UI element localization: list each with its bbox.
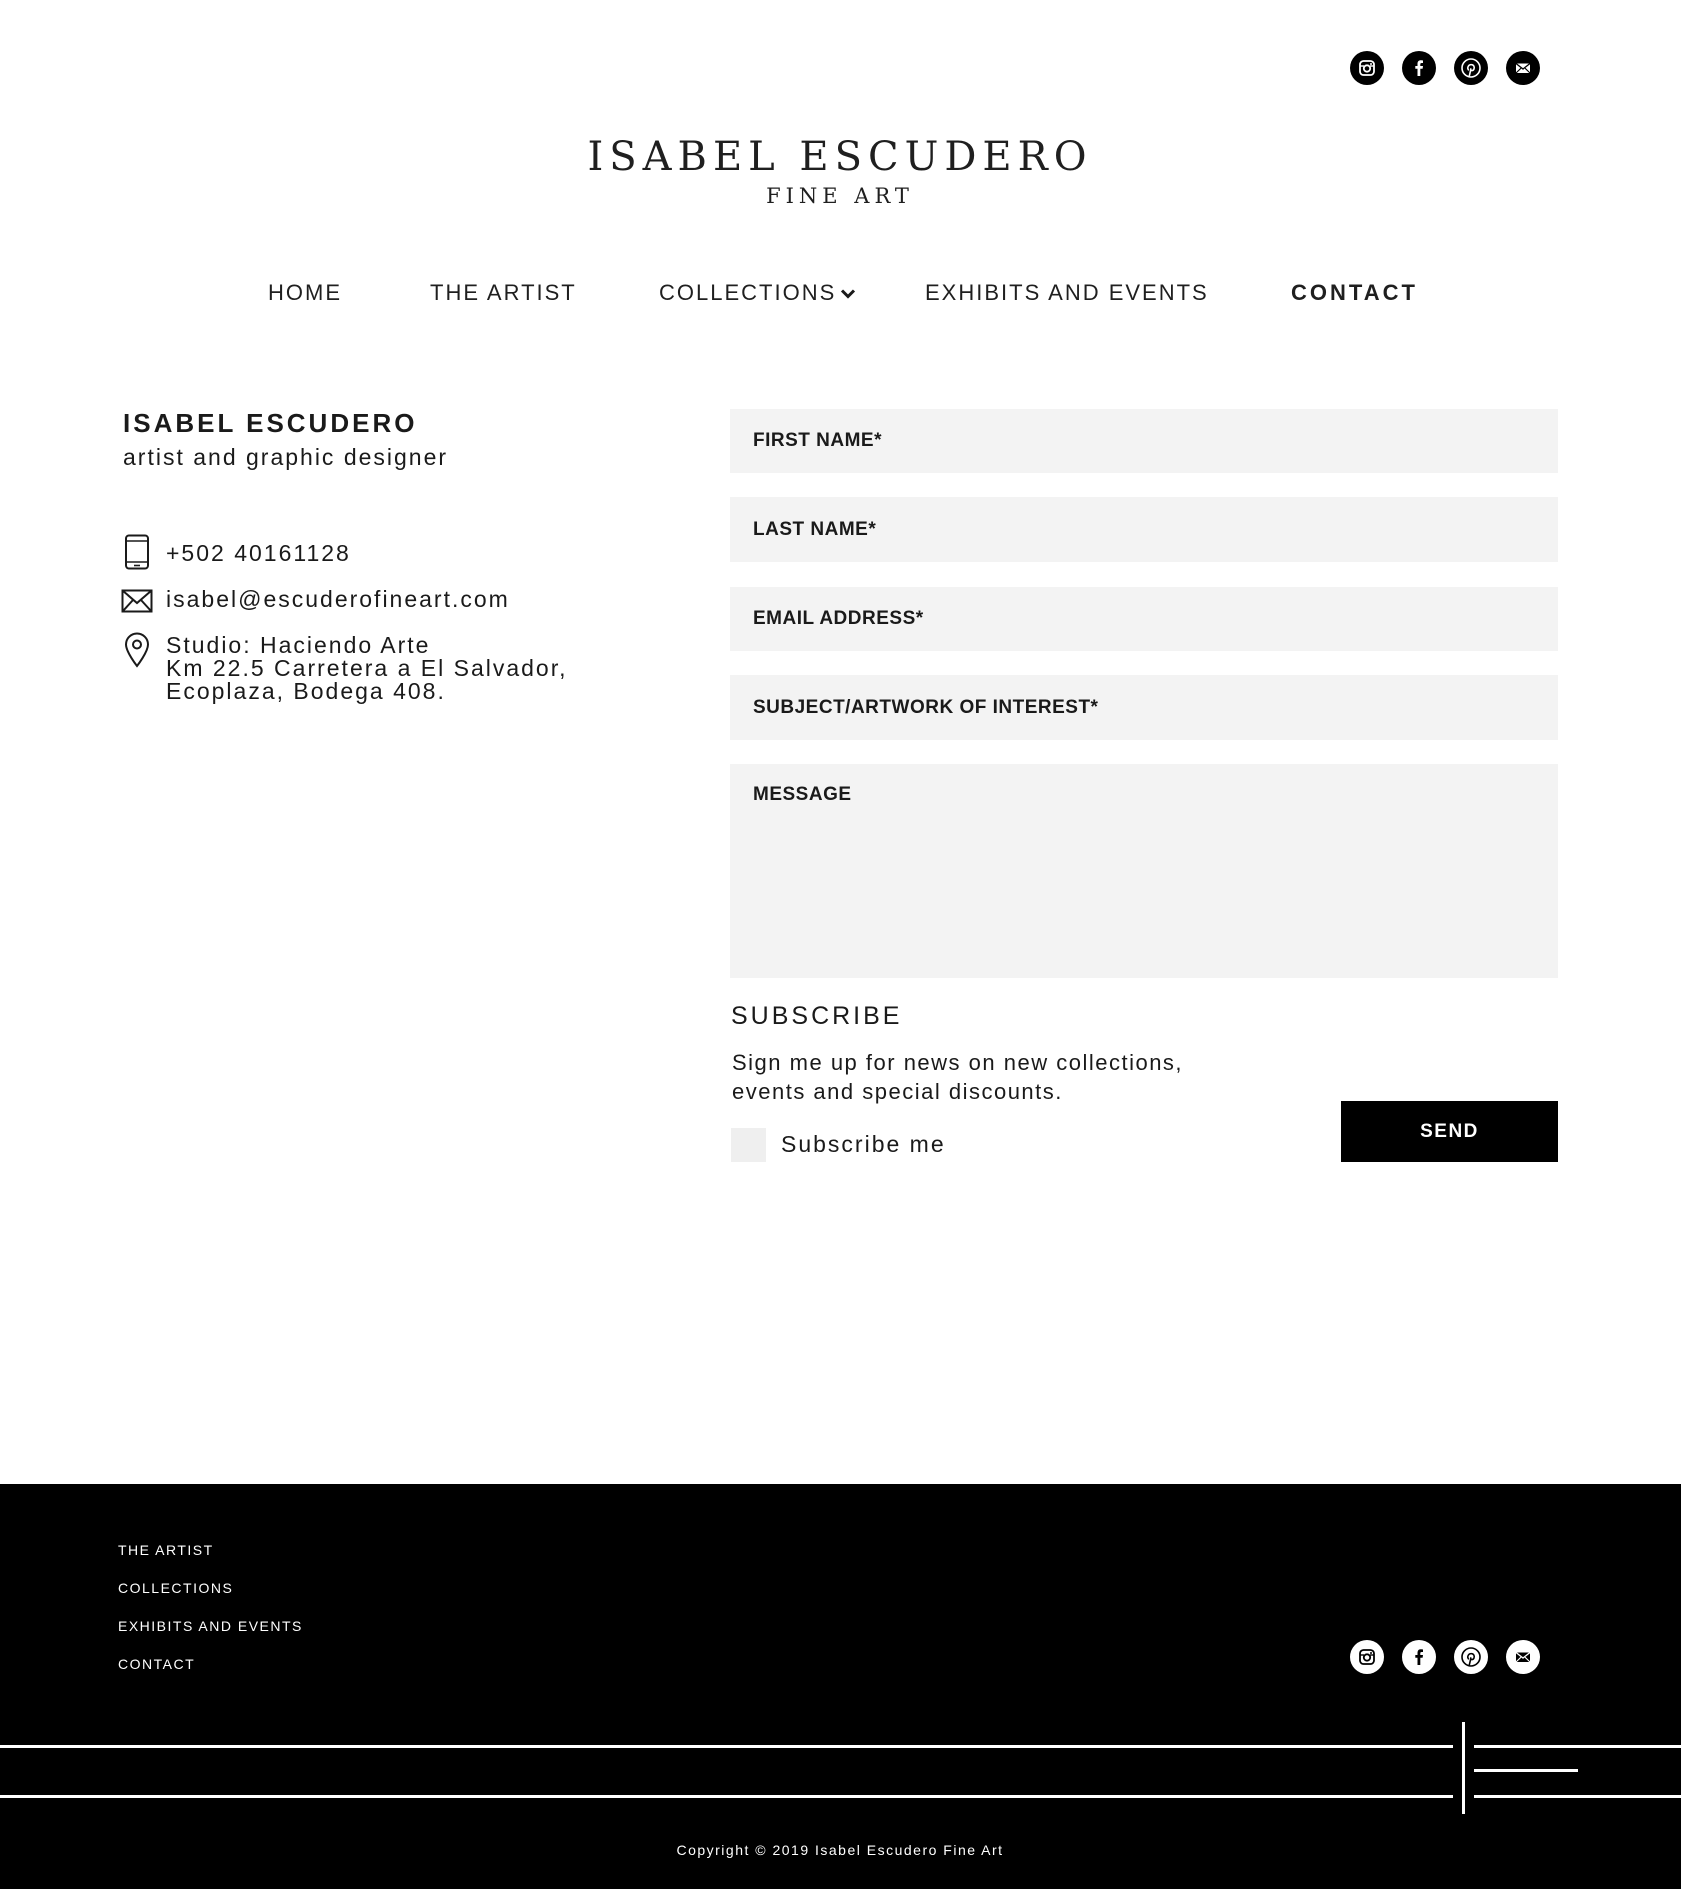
subscribe-description: Sign me up for news on new collections, … <box>732 1048 1292 1106</box>
footer-social-links <box>1350 1640 1540 1674</box>
last-name-placeholder: LAST NAME* <box>753 518 877 540</box>
contact-name: ISABEL ESCUDERO <box>123 408 418 438</box>
instagram-icon[interactable] <box>1350 51 1384 85</box>
email-placeholder: EMAIL ADDRESS* <box>753 608 924 629</box>
footer-link-contact[interactable]: CONTACT <box>118 1656 195 1672</box>
subscribe-description-line-2: events and special discounts. <box>732 1079 1063 1104</box>
contact-phone[interactable]: +502 40161128 <box>166 542 351 565</box>
facebook-icon[interactable] <box>1402 1640 1436 1674</box>
pinterest-icon[interactable] <box>1454 51 1488 85</box>
first-name-placeholder: FIRST NAME* <box>753 430 882 451</box>
footer-divider-line <box>1474 1769 1578 1772</box>
facebook-icon[interactable] <box>1402 51 1436 85</box>
subscribe-description-line-1: Sign me up for news on new collections, <box>732 1050 1184 1075</box>
first-name-field[interactable]: FIRST NAME* <box>730 409 1558 473</box>
copyright-text: Copyright © 2019 Isabel Escudero Fine Ar… <box>676 1842 1004 1858</box>
send-button[interactable]: SEND <box>1341 1101 1558 1162</box>
logo-subtitle: FINE ART <box>766 184 914 208</box>
nav-collections[interactable]: COLLECTIONS <box>659 280 856 306</box>
chevron-down-icon <box>840 287 856 305</box>
pinterest-icon[interactable] <box>1454 1640 1488 1674</box>
contact-email[interactable]: isabel@escuderofineart.com <box>166 588 510 611</box>
nav-home[interactable]: HOME <box>268 280 342 306</box>
mail-icon[interactable] <box>1506 1640 1540 1674</box>
footer-divider-line <box>1462 1722 1465 1814</box>
contact-role: artist and graphic designer <box>123 444 449 470</box>
footer-divider-line <box>0 1795 1453 1798</box>
instagram-icon[interactable] <box>1350 1640 1384 1674</box>
footer-divider-line <box>1474 1745 1681 1748</box>
message-field[interactable]: MESSAGE <box>730 764 1558 978</box>
footer-divider-line <box>1474 1795 1681 1798</box>
contact-address-line-1: Studio: Haciendo Arte <box>166 632 431 658</box>
nav-exhibits-and-events[interactable]: EXHIBITS AND EVENTS <box>925 280 1209 306</box>
logo-title[interactable]: ISABEL ESCUDERO <box>540 134 1140 180</box>
subscribe-checkbox-label[interactable]: Subscribe me <box>781 1131 946 1158</box>
subject-placeholder: SUBJECT/ARTWORK OF INTEREST* <box>753 696 1099 718</box>
message-placeholder: MESSAGE <box>753 784 852 805</box>
last-name-field[interactable]: LAST NAME* <box>730 497 1558 562</box>
location-pin-icon <box>124 632 150 673</box>
mail-icon[interactable] <box>1506 51 1540 85</box>
subscribe-checkbox[interactable] <box>731 1128 766 1162</box>
email-field[interactable]: EMAIL ADDRESS* <box>730 587 1558 651</box>
footer-divider-line <box>0 1745 1453 1748</box>
contact-address-line-3: Ecoplaza, Bodega 408. <box>166 678 446 704</box>
envelope-icon <box>121 589 153 618</box>
footer-link-the-artist[interactable]: THE ARTIST <box>118 1542 214 1558</box>
footer-link-exhibits-and-events[interactable]: EXHIBITS AND EVENTS <box>118 1618 303 1634</box>
nav-the-artist[interactable]: THE ARTIST <box>430 280 577 306</box>
footer-link-collections[interactable]: COLLECTIONS <box>118 1580 233 1596</box>
nav-contact[interactable]: CONTACT <box>1291 280 1418 306</box>
subject-field[interactable]: SUBJECT/ARTWORK OF INTEREST* <box>730 675 1558 740</box>
footer <box>0 1484 1681 1889</box>
phone-icon <box>124 534 150 575</box>
header-social-links <box>1350 51 1540 85</box>
nav-collections-label: COLLECTIONS <box>659 280 837 305</box>
contact-address-line-2: Km 22.5 Carretera a El Salvador, <box>166 655 568 681</box>
subscribe-heading: SUBSCRIBE <box>731 1002 903 1030</box>
